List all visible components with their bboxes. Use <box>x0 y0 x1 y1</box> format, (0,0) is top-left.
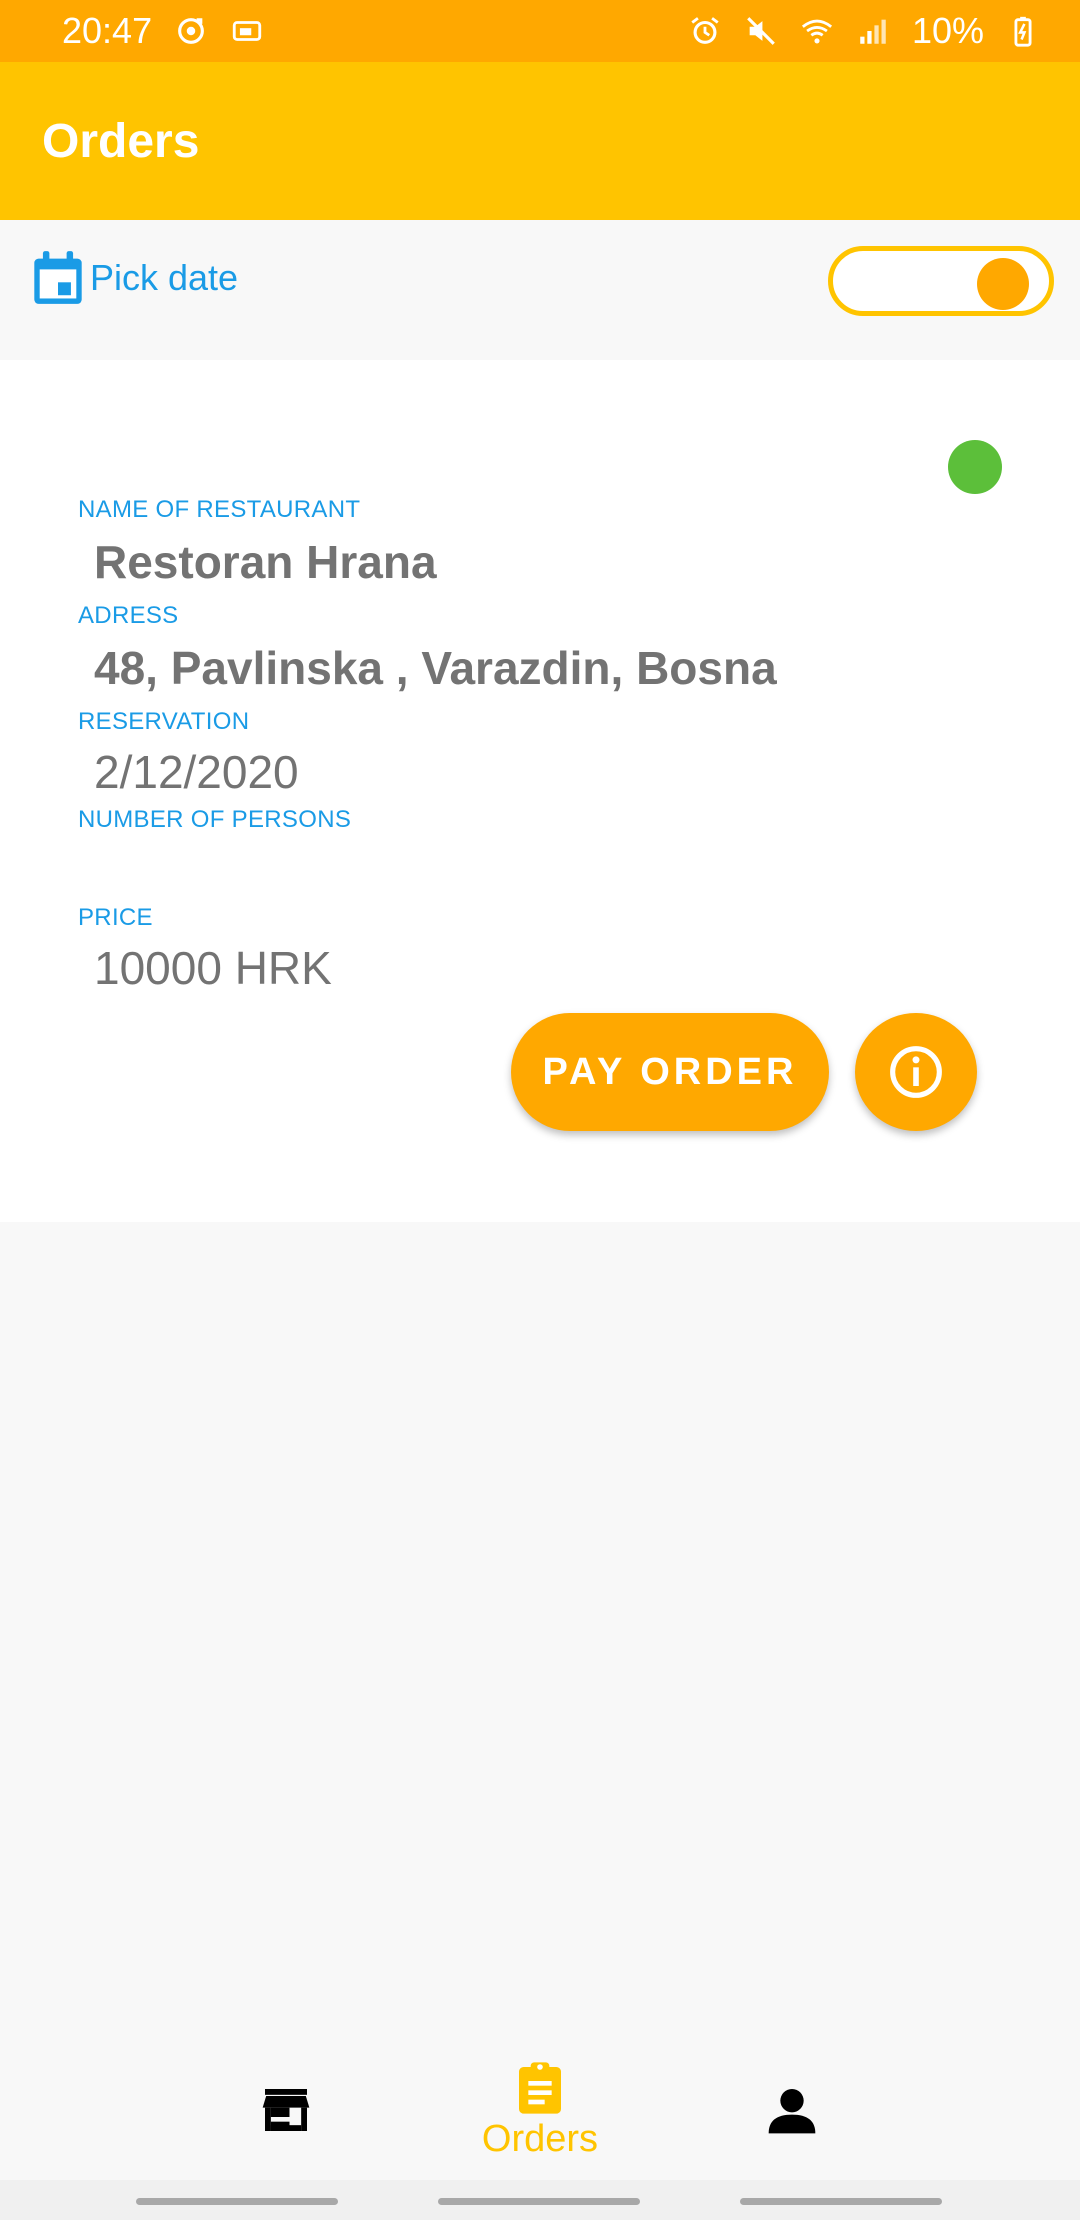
nav-item-restaurants[interactable] <box>166 2040 406 2180</box>
pick-date-label: Pick date <box>90 257 239 298</box>
gesture-recents[interactable] <box>740 2198 942 2205</box>
gesture-bar <box>0 2180 1080 2220</box>
app-bar: Orders <box>0 62 1080 220</box>
status-bar: 20:47 10% <box>0 0 1080 62</box>
sync-icon <box>174 14 208 48</box>
gesture-back[interactable] <box>136 2198 338 2205</box>
nav-item-profile[interactable] <box>672 2040 912 2180</box>
toggle-knob <box>977 258 1029 310</box>
info-icon <box>890 1046 942 1098</box>
cast-icon <box>230 14 264 48</box>
nav-label-orders: Orders <box>481 2117 599 2160</box>
battery-charging-icon <box>1006 14 1040 48</box>
gesture-home[interactable] <box>438 2198 640 2205</box>
order-info-button[interactable] <box>855 1013 977 1131</box>
battery-percent: 10% <box>911 10 984 51</box>
order-card: NAME OF RESTAURANT Restoran Hrana ADRESS… <box>0 360 1080 1222</box>
restaurant-label: NAME OF RESTAURANT <box>78 496 361 523</box>
status-right: 10% <box>688 10 1040 52</box>
nav-item-orders[interactable]: Orders <box>420 2040 660 2180</box>
filter-toolbar: Pick date <box>0 220 1080 360</box>
alarm-icon <box>688 14 722 48</box>
signal-icon <box>856 14 890 48</box>
calendar-icon <box>34 251 82 304</box>
clipboard-icon <box>519 2061 561 2114</box>
order-status-indicator <box>948 440 1002 494</box>
store-icon <box>262 2089 310 2131</box>
price-value: 10000 HRK <box>94 942 332 994</box>
bottom-navigation: Orders <box>0 2040 1080 2180</box>
address-value: 48, Pavlinska , Varazdin, Bosna <box>94 642 777 694</box>
restaurant-name: Restoran Hrana <box>94 536 437 588</box>
persons-label: NUMBER OF PERSONS <box>78 806 352 833</box>
page-title: Orders <box>42 114 200 168</box>
reservation-label: RESERVATION <box>78 708 250 735</box>
wifi-icon <box>800 14 834 48</box>
mute-icon <box>744 14 778 48</box>
person-icon <box>768 2089 816 2134</box>
status-time: 20:47 <box>62 10 153 51</box>
status-left: 20:47 <box>62 10 264 52</box>
address-label: ADRESS <box>78 602 179 629</box>
pay-order-button[interactable]: PAY ORDER <box>511 1013 829 1131</box>
price-label: PRICE <box>78 904 153 931</box>
pick-date-button[interactable]: Pick date <box>32 250 238 306</box>
reservation-value: 2/12/2020 <box>94 746 299 798</box>
filter-toggle[interactable] <box>828 246 1054 316</box>
